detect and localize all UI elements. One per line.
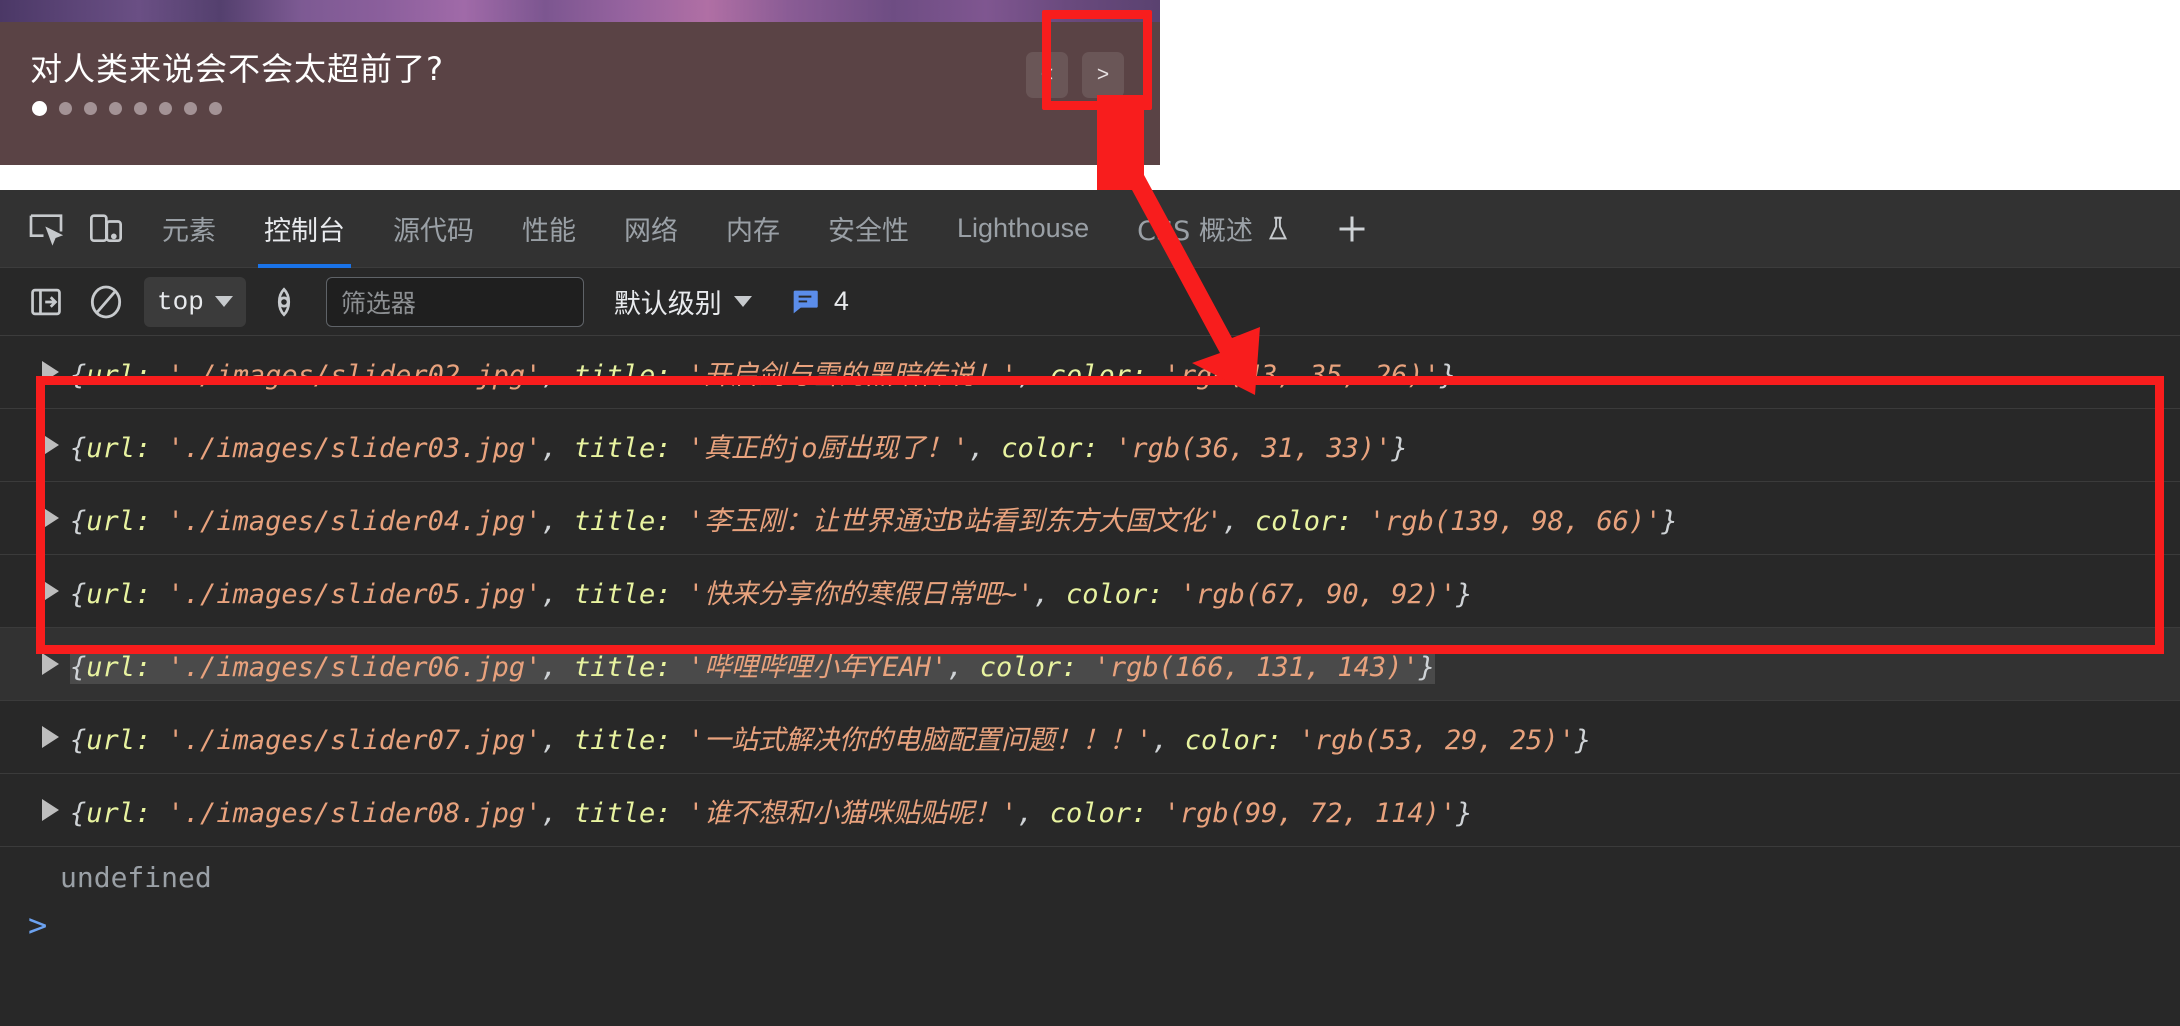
tab-label: 网络 (624, 216, 678, 247)
table-row[interactable]: {url: './images/slider04.jpg', title: '李… (0, 482, 2180, 555)
log-entry-text: {url: './images/slider07.jpg', title: '一… (70, 724, 1592, 756)
message-count-badge[interactable]: 4 (788, 285, 849, 319)
expand-arrow-icon[interactable] (42, 361, 59, 383)
log-entry-text: {url: './images/slider04.jpg', title: '李… (70, 505, 1678, 537)
page-white-space (1160, 0, 2180, 190)
live-expression-icon[interactable] (256, 274, 312, 330)
tab-css-overview[interactable]: CSS 概述 (1113, 190, 1317, 268)
carousel-next-button[interactable]: > (1082, 52, 1124, 98)
table-row[interactable]: {url: './images/slider02.jpg', title: '开… (0, 336, 2180, 409)
console-log-area: {url: './images/slider02.jpg', title: '开… (0, 336, 2180, 1026)
hero-image-strip (0, 0, 1160, 22)
tab-label: 性能 (522, 216, 576, 247)
console-result-undefined: undefined (60, 861, 212, 894)
table-row[interactable]: {url: './images/slider07.jpg', title: '一… (0, 701, 2180, 774)
tab-security[interactable]: 安全性 (804, 190, 933, 268)
expand-arrow-icon[interactable] (42, 580, 59, 602)
add-panel-button[interactable] (1317, 190, 1387, 268)
chevron-down-icon (733, 296, 752, 307)
carousel-dot-6[interactable] (159, 102, 172, 115)
carousel-dot-3[interactable] (84, 102, 97, 115)
tab-label: Lighthouse (957, 213, 1090, 243)
carousel-dot-1[interactable] (32, 101, 47, 116)
tab-memory[interactable]: 内存 (702, 190, 804, 268)
execution-context-selector[interactable]: top (144, 276, 246, 327)
log-level-selector[interactable]: 默认级别 (614, 282, 752, 321)
devtools-tabbar: 元素 控制台 源代码 性能 网络 内存 安全性 Lighthouse CSS 概… (0, 190, 2180, 268)
tab-performance[interactable]: 性能 (498, 190, 600, 268)
expand-arrow-icon[interactable] (42, 726, 59, 748)
carousel-dots[interactable] (32, 101, 222, 116)
tab-label: 元素 (162, 216, 216, 247)
tab-sources[interactable]: 源代码 (369, 190, 498, 268)
chevron-down-icon (214, 296, 233, 307)
carousel-dot-8[interactable] (209, 102, 222, 115)
carousel-dot-5[interactable] (134, 102, 147, 115)
console-sidebar-toggle-icon[interactable] (18, 274, 74, 330)
web-page-area: 对人类来说会不会太超前了? < > (0, 0, 1160, 190)
log-entry-text: {url: './images/slider03.jpg', title: '真… (70, 432, 1408, 464)
carousel-dot-4[interactable] (109, 102, 122, 115)
screenshot-root: 对人类来说会不会太超前了? < > 元素 控制台 源代码 性能 网络 内存 安全… (0, 0, 2180, 1026)
tab-label: 安全性 (828, 216, 909, 247)
message-count-value: 4 (833, 286, 849, 316)
message-bubble-icon (793, 290, 818, 313)
banner-title: 对人类来说会不会太超前了? (30, 50, 444, 88)
devtools-panel: 元素 控制台 源代码 性能 网络 内存 安全性 Lighthouse CSS 概… (0, 190, 2180, 1026)
expand-arrow-icon[interactable] (42, 653, 59, 675)
table-row[interactable]: {url: './images/slider06.jpg', title: '哔… (0, 628, 2180, 701)
tab-label: 控制台 (264, 216, 345, 247)
carousel-nav-buttons: < > (1026, 52, 1124, 98)
log-entry-text: {url: './images/slider05.jpg', title: '快… (70, 578, 1473, 610)
table-row[interactable]: {url: './images/slider08.jpg', title: '谁… (0, 774, 2180, 847)
table-row[interactable]: {url: './images/slider05.jpg', title: '快… (0, 555, 2180, 628)
table-row[interactable]: {url: './images/slider03.jpg', title: '真… (0, 409, 2180, 482)
expand-arrow-icon[interactable] (42, 507, 59, 529)
carousel-dot-7[interactable] (184, 102, 197, 115)
expand-arrow-icon[interactable] (42, 434, 59, 456)
device-toolbar-icon[interactable] (78, 201, 134, 257)
log-entry-text: {url: './images/slider08.jpg', title: '谁… (70, 797, 1473, 829)
tab-network[interactable]: 网络 (600, 190, 702, 268)
expand-arrow-icon[interactable] (42, 799, 59, 821)
flask-icon (1263, 214, 1293, 244)
tab-label: 内存 (726, 216, 780, 247)
execution-context-value: top (157, 286, 204, 317)
tab-label: 源代码 (393, 216, 474, 247)
carousel-banner: 对人类来说会不会太超前了? < > (0, 22, 1160, 165)
inspect-element-icon[interactable] (18, 201, 74, 257)
tab-console[interactable]: 控制台 (240, 190, 369, 268)
tab-label: CSS 概述 (1137, 216, 1253, 247)
log-entry-text: {url: './images/slider02.jpg', title: '开… (70, 359, 1457, 391)
clear-console-icon[interactable] (78, 274, 134, 330)
tab-elements[interactable]: 元素 (138, 190, 240, 268)
console-filter-placeholder: 筛选器 (340, 288, 416, 318)
log-level-value: 默认级别 (613, 289, 722, 320)
console-toolbar: top 筛选器 默认级别 4 (0, 268, 2180, 336)
carousel-prev-button[interactable]: < (1026, 52, 1068, 98)
tab-lighthouse[interactable]: Lighthouse (933, 190, 1113, 268)
log-entry-text: {url: './images/slider06.jpg', title: '哔… (70, 644, 1435, 684)
console-filter-input[interactable]: 筛选器 (325, 276, 584, 327)
carousel-dot-2[interactable] (59, 102, 72, 115)
console-input-prompt[interactable]: > (0, 894, 2180, 944)
